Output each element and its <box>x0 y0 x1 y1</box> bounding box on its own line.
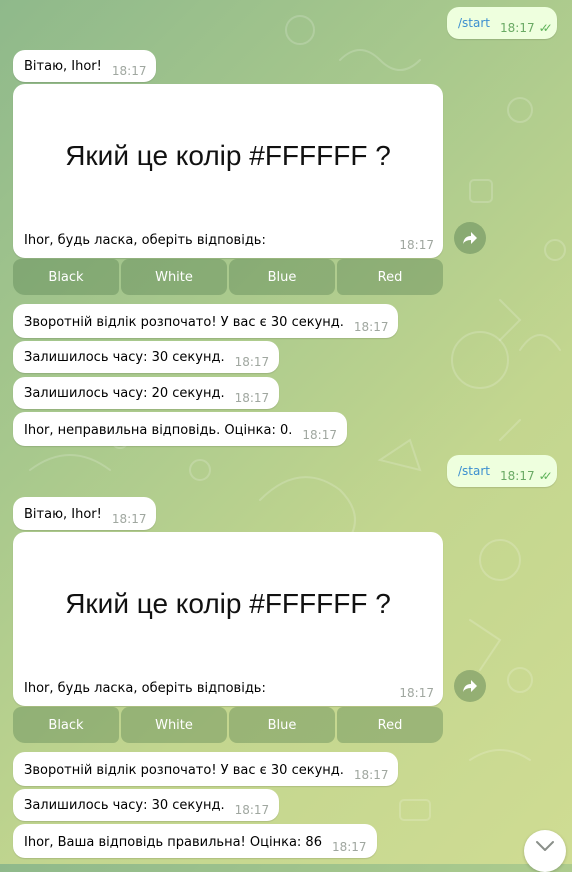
message-time: 18:17 <box>234 355 270 369</box>
message-time: 18:17 <box>234 803 270 817</box>
message-text: Зворотній відлік розпочато! У вас є 30 с… <box>24 763 344 778</box>
message-time: 18:17 <box>353 320 389 334</box>
answer-button-red[interactable]: Red <box>337 707 443 743</box>
message-time: 18:17 <box>302 428 337 442</box>
message-text: Залишилось часу: 30 секунд. <box>24 350 225 365</box>
question-caption: Ihor, будь ласка, оберіть відповідь: <box>24 233 266 248</box>
greeting-message-2: Вітаю, Ihor! 18:17 <box>13 497 157 530</box>
share-arrow-icon <box>463 680 477 692</box>
answer-button-blue[interactable]: Blue <box>229 259 335 295</box>
scroll-down-button[interactable] <box>524 830 566 872</box>
message-text: Вітаю, Ihor! <box>24 59 102 74</box>
message-text: Вітаю, Ihor! <box>24 507 102 522</box>
message-time: 18:17 <box>111 64 147 78</box>
read-check-icon: ✓✓ <box>538 469 553 483</box>
answer-button-blue[interactable]: Blue <box>229 707 335 743</box>
time-left-message-20-1: Залишилось часу: 20 секунд. 18:17 <box>13 377 280 409</box>
outgoing-start-command-2: /start 18:17 ✓✓ <box>447 455 557 487</box>
share-button-2[interactable] <box>454 670 486 702</box>
message-time: 18:17 <box>399 238 434 252</box>
message-time: 18:17 <box>111 512 147 526</box>
message-time: 18:17 <box>500 21 535 35</box>
time-left-message-30-2: Залишилось часу: 30 секунд. 18:17 <box>13 789 280 821</box>
message-time: 18:17 <box>399 686 434 700</box>
answer-button-white[interactable]: White <box>121 259 227 295</box>
message-time: 18:17 <box>331 840 367 854</box>
message-time: 18:17 <box>353 768 389 782</box>
greeting-message-1: Вітаю, Ihor! 18:17 <box>13 50 157 82</box>
message-text: Залишилось часу: 20 секунд. <box>24 386 225 401</box>
answer-button-black[interactable]: Black <box>13 707 119 743</box>
message-time: 18:17 <box>234 391 270 405</box>
answer-keyboard-2: Black White Blue Red <box>13 707 443 743</box>
message-text: /start <box>458 16 490 30</box>
question-image-text: Який це колір #FFFFFF ? <box>65 140 391 171</box>
countdown-message-1: Зворотній відлік розпочато! У вас є 30 с… <box>13 304 399 338</box>
answer-button-white[interactable]: White <box>121 707 227 743</box>
message-text: /start <box>458 464 490 478</box>
chevron-down-icon <box>536 841 554 851</box>
question-caption: Ihor, будь ласка, оберіть відповідь: <box>24 681 266 696</box>
answer-button-red[interactable]: Red <box>337 259 443 295</box>
message-text: Ihor, неправильна відповідь. Оцінка: 0. <box>24 423 293 438</box>
message-text: Залишилось часу: 30 секунд. <box>24 798 225 813</box>
message-text: Зворотній відлік розпочато! У вас є 30 с… <box>24 315 344 330</box>
question-card-1: Який це колір #FFFFFF ? Ihor, будь ласка… <box>13 84 443 258</box>
correct-answer-message: Ihor, Ваша відповідь правильна! Оцінка: … <box>13 824 377 858</box>
answer-button-black[interactable]: Black <box>13 259 119 295</box>
countdown-message-2: Зворотній відлік розпочато! У вас є 30 с… <box>13 752 399 786</box>
share-button-1[interactable] <box>454 222 486 254</box>
question-card-2: Який це колір #FFFFFF ? Ihor, будь ласка… <box>13 532 443 706</box>
share-arrow-icon <box>463 232 477 244</box>
wrong-answer-message: Ihor, неправильна відповідь. Оцінка: 0. … <box>13 412 347 446</box>
outgoing-start-command-1: /start 18:17 ✓✓ <box>447 7 557 39</box>
answer-keyboard-1: Black White Blue Red <box>13 259 443 295</box>
question-image-text: Який це колір #FFFFFF ? <box>65 588 391 619</box>
read-check-icon: ✓✓ <box>538 21 553 35</box>
time-left-message-30-1: Залишилось часу: 30 секунд. 18:17 <box>13 341 280 373</box>
message-time: 18:17 <box>500 469 535 483</box>
message-text: Ihor, Ваша відповідь правильна! Оцінка: … <box>24 835 322 850</box>
